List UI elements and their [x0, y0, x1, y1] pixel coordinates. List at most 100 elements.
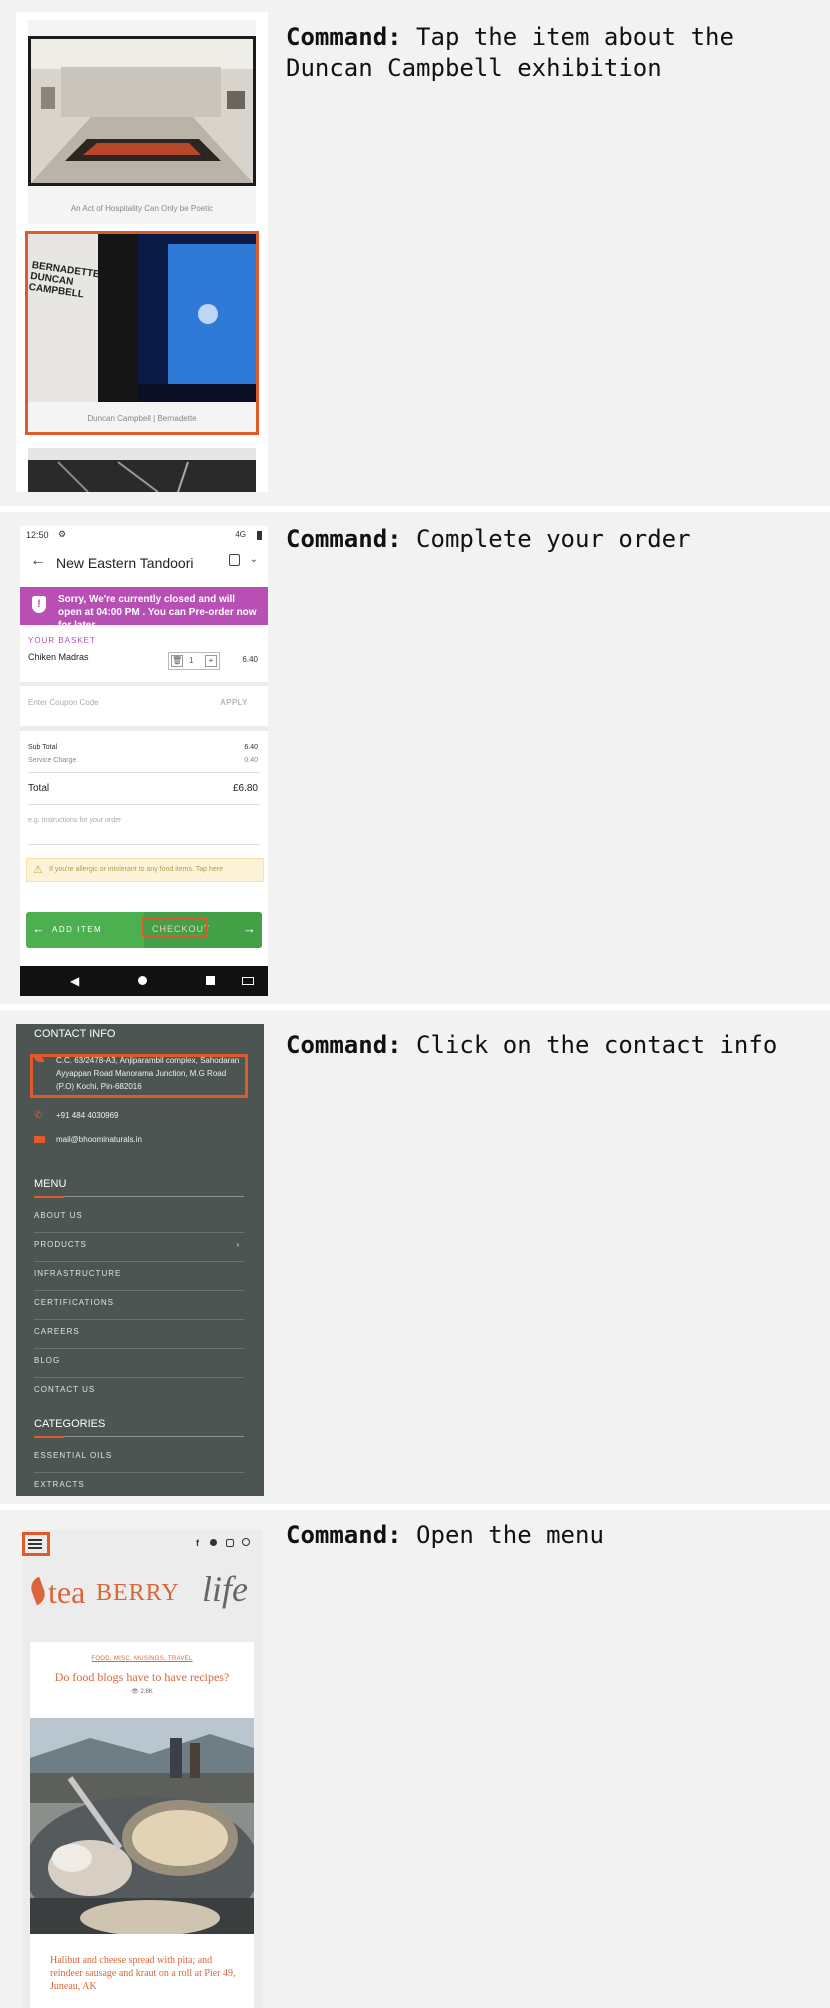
command-text: Command: Open the menu	[286, 1521, 604, 1549]
phone-icon: ✆	[34, 1110, 43, 1121]
leaf-logo-icon	[27, 1576, 49, 1606]
contact-email: mail@bhoominaturals.in	[56, 1135, 142, 1144]
menu-heading: MENU	[34, 1178, 67, 1190]
contact-heading: CONTACT INFO	[34, 1028, 116, 1040]
categories-heading: CATEGORIES	[34, 1418, 106, 1430]
divider	[20, 682, 268, 686]
contact-email-item[interactable]: mail@bhoominaturals.in	[34, 1134, 244, 1148]
divider	[28, 844, 260, 845]
increment-icon[interactable]: +	[205, 655, 217, 667]
divider	[28, 772, 260, 773]
total-value: £6.80	[232, 783, 258, 794]
logo-text-berry: BERRY	[96, 1580, 180, 1606]
footer-menu-item[interactable]: BLOG	[34, 1349, 244, 1378]
service-charge-label: Service Charge	[28, 757, 77, 764]
status-bar: 12:50 ⚙ 4G	[20, 526, 268, 546]
gallery-item[interactable]	[28, 448, 256, 492]
panel-3: Command: Click on the contact info CONTA…	[0, 1010, 830, 1504]
highlight-box	[30, 1054, 248, 1098]
basket-item-price: 6.40	[242, 655, 258, 664]
warning-icon: ⚠	[33, 864, 43, 876]
allergy-notice[interactable]: ⚠ If you're allergic or intolerant to an…	[26, 858, 264, 882]
add-item-button[interactable]: ADD ITEM	[52, 925, 102, 934]
back-arrow-icon[interactable]: ←	[30, 552, 46, 570]
panel-1: Command: Tap the item about the Duncan C…	[0, 0, 830, 506]
blog-screenshot: f tea BERRY life FOOD, MISC. MUSINGS, TR…	[22, 1530, 262, 2008]
android-nav-bar: ◀	[20, 966, 268, 996]
logo-text-tea: tea	[48, 1574, 86, 1610]
post-views: 👁 2.8K	[30, 1688, 254, 1695]
chevron-down-icon[interactable]: ⌄	[250, 554, 258, 565]
status-time: 12:50	[26, 530, 49, 540]
eye-icon: 👁	[131, 1689, 139, 1695]
subtotal-label: Sub Total	[28, 744, 58, 751]
logo-text-life: life	[202, 1569, 248, 1609]
footer-screenshot: CONTACT INFO C.C. 63/2478-A3, Anjiparamb…	[16, 1024, 264, 1496]
mail-icon	[34, 1136, 45, 1143]
highlight-box	[25, 231, 259, 435]
post-title[interactable]: Do food blogs have to have recipes?	[30, 1670, 254, 1685]
basket-heading: YOUR BASKET	[28, 636, 96, 645]
highlight-box	[142, 917, 208, 937]
gallery-screenshot: An Act of Hospitality Can Only be Poetic…	[16, 12, 268, 492]
pinterest-icon[interactable]	[210, 1539, 217, 1546]
gallery-item[interactable]: An Act of Hospitality Can Only be Poetic	[28, 20, 256, 224]
footer-category-item[interactable]: ESSENTIAL OILS	[34, 1444, 244, 1473]
shield-icon: !	[32, 596, 46, 613]
post-views-count: 2.8K	[140, 1689, 153, 1695]
highlight-box	[22, 1532, 50, 1556]
facebook-icon[interactable]: f	[196, 1538, 199, 1548]
command-text: Command: Tap the item about the Duncan C…	[286, 23, 749, 82]
keyboard-icon[interactable]	[242, 977, 254, 985]
allergy-notice-text: If you're allergic or intolerant to any …	[49, 866, 223, 873]
quantity-value: 1	[189, 656, 194, 665]
footer-menu-item[interactable]: INFRASTRUCTURE	[34, 1262, 244, 1291]
delete-icon[interactable]: 🗑	[171, 655, 183, 667]
heading-underline	[34, 1436, 244, 1438]
panel-2: Command: Complete your order 12:50 ⚙ 4G …	[0, 512, 830, 1004]
total-label: Total	[28, 783, 50, 794]
post-tags[interactable]: FOOD, MISC. MUSINGS, TRAVEL	[30, 1656, 254, 1662]
basket-icon[interactable]	[229, 554, 240, 566]
back-triangle-icon[interactable]: ◀	[70, 974, 79, 988]
instagram-icon[interactable]	[226, 1539, 234, 1547]
battery-icon	[257, 531, 262, 540]
footer-menu-item[interactable]: ABOUT US	[34, 1204, 244, 1233]
coupon-input[interactable]: Enter Coupon Code	[28, 698, 99, 707]
gallery-image	[28, 448, 256, 492]
footer-menu-item[interactable]: PRODUCTS ›	[34, 1233, 244, 1262]
footer-menu-item[interactable]: CONTACT US	[34, 1378, 244, 1406]
footer-category-item[interactable]: EXTRACTS	[34, 1473, 244, 1496]
apply-coupon-button[interactable]: APPLY	[220, 698, 248, 707]
contact-phone-item[interactable]: ✆ +91 484 4030969	[34, 1110, 244, 1124]
post-image[interactable]	[30, 1718, 254, 1934]
service-charge-value: 0.40	[244, 757, 258, 764]
recents-square-icon[interactable]	[206, 976, 215, 985]
gallery-item-caption: An Act of Hospitality Can Only be Poetic	[70, 204, 214, 213]
closed-banner-text: Sorry, We're currently closed and will o…	[58, 594, 257, 631]
quantity-stepper[interactable]: 🗑 1 +	[168, 652, 220, 670]
site-logo[interactable]: tea BERRY life	[27, 1568, 257, 1618]
restaurant-title: New Eastern Tandoori	[56, 555, 194, 571]
footer-menu-item[interactable]: CERTIFICATIONS	[34, 1291, 244, 1320]
arrow-right-icon: →	[243, 921, 256, 936]
panel-4: Command: Open the menu f tea BERRY life …	[0, 1510, 830, 2008]
home-circle-icon[interactable]	[138, 976, 147, 985]
basket-item-name: Chiken Madras	[28, 652, 89, 662]
subtotal-value: 6.40	[244, 744, 258, 751]
post-card[interactable]: FOOD, MISC. MUSINGS, TRAVEL Do food blog…	[30, 1642, 254, 2008]
image-caption: Halibut and cheese spread with pita; and…	[50, 1955, 236, 1992]
heading-underline	[34, 1196, 244, 1198]
command-text: Command: Click on the contact info	[286, 1031, 778, 1059]
chevron-right-icon: ›	[236, 1240, 240, 1249]
arrow-left-icon: ←	[32, 921, 45, 936]
command-text: Command: Complete your order	[286, 525, 691, 553]
divider	[20, 726, 268, 731]
gallery-image	[28, 36, 256, 186]
settings-icon: ⚙	[58, 529, 67, 539]
instructions-input[interactable]: e.g. Instructions for your order	[28, 817, 121, 824]
order-screenshot: 12:50 ⚙ 4G ← New Eastern Tandoori ⌄ ! So…	[20, 526, 268, 996]
footer-menu-item[interactable]: CAREERS	[34, 1320, 244, 1349]
contact-phone: +91 484 4030969	[56, 1111, 119, 1120]
search-icon[interactable]	[242, 1538, 250, 1546]
